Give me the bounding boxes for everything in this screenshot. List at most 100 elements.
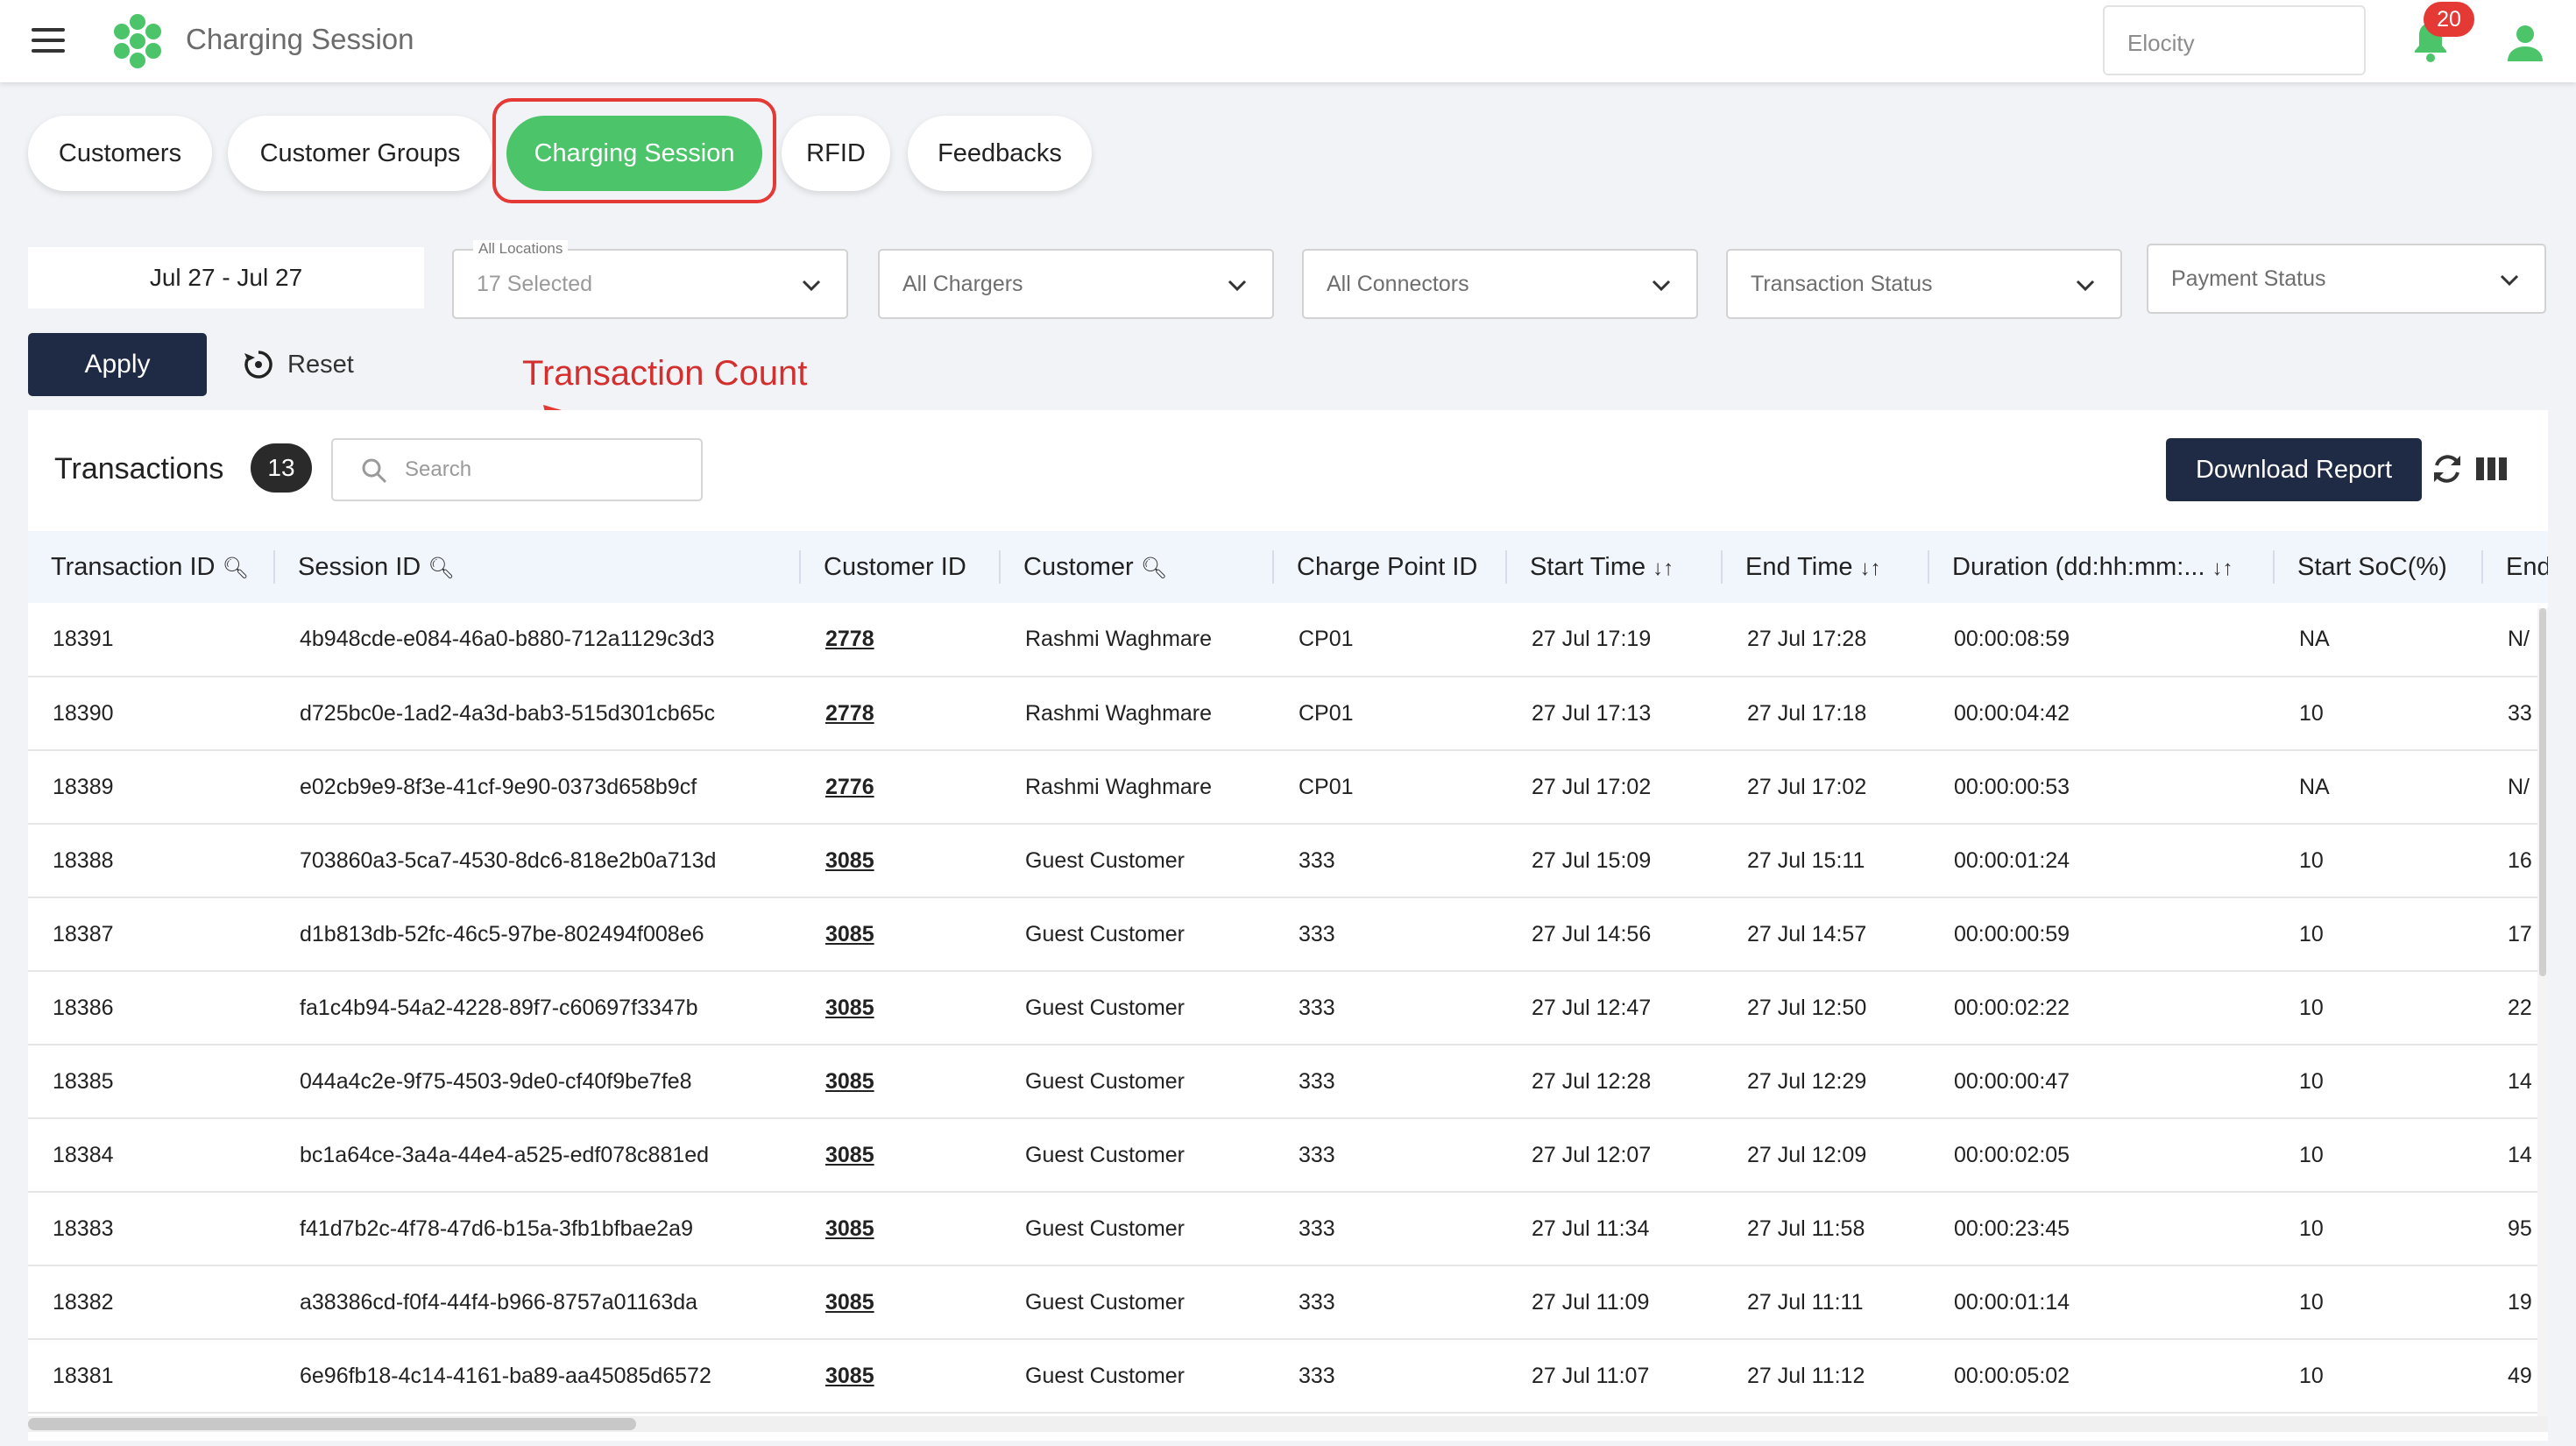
start-soc-cell: 10 bbox=[2275, 1339, 2483, 1414]
chevron-down-icon bbox=[802, 280, 821, 292]
column-header-customer[interactable]: Customer 🔍︎ bbox=[1001, 531, 1274, 603]
table-row[interactable]: 18383 f41d7b2c-4f78-47d6-b15a-3fb1bfbae2a… bbox=[28, 1192, 2548, 1266]
table-row[interactable]: 18388 703860a3-5ca7-4530-8dc6-818e2b0a713… bbox=[28, 824, 2548, 898]
table-row[interactable]: 18387 d1b813db-52fc-46c5-97be-802494f008e… bbox=[28, 897, 2548, 972]
end-time-cell: 27 Jul 11:58 bbox=[1723, 1192, 1929, 1266]
connectors-value: All Connectors bbox=[1327, 271, 1469, 296]
transaction-count-badge: 13 bbox=[251, 443, 312, 493]
table-row[interactable]: 18385 044a4c2e-9f75-4503-9de0-cf40f9be7fe… bbox=[28, 1045, 2548, 1119]
active-tab-highlight bbox=[492, 98, 776, 203]
start-soc-cell: 10 bbox=[2275, 1045, 2483, 1119]
refresh-icon[interactable] bbox=[2429, 450, 2466, 487]
locations-value: 17 Selected bbox=[477, 271, 593, 296]
transaction-status-select[interactable]: Transaction Status bbox=[1726, 249, 2122, 319]
download-report-button[interactable]: Download Report bbox=[2166, 438, 2422, 501]
customer-id-link[interactable]: 3085 bbox=[801, 1118, 1001, 1193]
reset-icon bbox=[244, 351, 272, 379]
locations-select[interactable]: All Locations 17 Selected bbox=[452, 240, 848, 319]
reset-button[interactable]: Reset bbox=[242, 347, 354, 382]
tab-feedbacks[interactable]: Feedbacks bbox=[908, 116, 1092, 191]
column-header-duration[interactable]: Duration (dd:hh:mm:... ↓↑ bbox=[1929, 531, 2275, 603]
transaction-id-cell: 18382 bbox=[28, 1265, 275, 1340]
customer-id-link[interactable]: 3085 bbox=[801, 1265, 1001, 1340]
chargers-select[interactable]: All Chargers bbox=[878, 249, 1274, 319]
end-time-cell: 27 Jul 12:29 bbox=[1723, 1045, 1929, 1119]
search-input[interactable] bbox=[405, 452, 685, 487]
table-body: 18391 4b948cde-e084-46a0-b880-712a1129c3d… bbox=[28, 603, 2548, 1414]
column-header-charge-point-id[interactable]: Charge Point ID bbox=[1274, 531, 1507, 603]
customer-id-link[interactable]: 3085 bbox=[801, 1192, 1001, 1266]
apply-button[interactable]: Apply bbox=[28, 333, 207, 396]
session-id-cell: e02cb9e9-8f3e-41cf-9e90-0373d658b9cf bbox=[275, 750, 801, 825]
search-icon[interactable]: 🔍︎ bbox=[428, 556, 454, 580]
table-row[interactable]: 18389 e02cb9e9-8f3e-41cf-9e90-0373d658b9c… bbox=[28, 750, 2548, 825]
start-soc-cell: 10 bbox=[2275, 1265, 2483, 1340]
session-id-cell: d725bc0e-1ad2-4a3d-bab3-515d301cb65c bbox=[275, 677, 801, 751]
column-header-end-time[interactable]: End Time ↓↑ bbox=[1723, 531, 1929, 603]
transaction-status-value: Transaction Status bbox=[1751, 271, 1933, 296]
date-range-picker[interactable]: Jul 27 - Jul 27 bbox=[28, 247, 424, 308]
customer-cell: Rashmi Waghmare bbox=[1001, 750, 1274, 825]
table-row[interactable]: 18391 4b948cde-e084-46a0-b880-712a1129c3d… bbox=[28, 603, 2548, 677]
table-row[interactable]: 18390 d725bc0e-1ad2-4a3d-bab3-515d301cb65… bbox=[28, 677, 2548, 751]
sort-icon[interactable]: ↓↑ bbox=[2212, 556, 2233, 580]
tab-customers[interactable]: Customers bbox=[28, 116, 212, 191]
customer-id-link[interactable]: 3085 bbox=[801, 971, 1001, 1046]
column-header-transaction-id[interactable]: Transaction ID 🔍︎ bbox=[28, 531, 275, 603]
column-header-session-id[interactable]: Session ID 🔍︎ bbox=[275, 531, 801, 603]
duration-cell: 00:00:01:14 bbox=[1929, 1265, 2275, 1340]
search-icon[interactable]: 🔍︎ bbox=[1141, 556, 1167, 580]
customer-id-link[interactable]: 3085 bbox=[801, 1045, 1001, 1119]
sort-icon[interactable]: ↓↑ bbox=[1652, 556, 1674, 580]
start-time-cell: 27 Jul 11:07 bbox=[1507, 1339, 1723, 1414]
tab-rfid[interactable]: RFID bbox=[782, 116, 890, 191]
table-row[interactable]: 18386 fa1c4b94-54a2-4228-89f7-c60697f3347… bbox=[28, 971, 2548, 1046]
table-row[interactable]: 18382 a38386cd-f0f4-44f4-b966-8757a01163d… bbox=[28, 1265, 2548, 1340]
column-header-start-soc[interactable]: Start SoC(%) bbox=[2275, 531, 2483, 603]
menu-icon[interactable] bbox=[32, 28, 65, 53]
session-id-cell: d1b813db-52fc-46c5-97be-802494f008e6 bbox=[275, 897, 801, 972]
vertical-scrollbar[interactable] bbox=[2537, 608, 2548, 1423]
transaction-id-cell: 18390 bbox=[28, 677, 275, 751]
customer-id-link[interactable]: 3085 bbox=[801, 1339, 1001, 1414]
customer-id-link[interactable]: 2778 bbox=[801, 603, 1001, 677]
end-time-cell: 27 Jul 11:11 bbox=[1723, 1265, 1929, 1340]
table-row[interactable]: 18381 6e96fb18-4c14-4161-ba89-aa45085d657… bbox=[28, 1339, 2548, 1414]
charge-point-cell: 333 bbox=[1274, 1339, 1507, 1414]
columns-icon[interactable] bbox=[2476, 456, 2508, 482]
session-id-cell: f41d7b2c-4f78-47d6-b15a-3fb1bfbae2a9 bbox=[275, 1192, 801, 1266]
transactions-table: Transaction ID 🔍︎ Session ID 🔍︎ Customer I… bbox=[28, 531, 2548, 1414]
connectors-select[interactable]: All Connectors bbox=[1302, 249, 1698, 319]
customer-cell: Guest Customer bbox=[1001, 1265, 1274, 1340]
transactions-panel: Transactions 13 Download Report Transact… bbox=[28, 410, 2548, 1441]
sort-icon[interactable]: ↓↑ bbox=[1860, 556, 1881, 580]
customer-cell: Rashmi Waghmare bbox=[1001, 677, 1274, 751]
search-icon[interactable]: 🔍︎ bbox=[223, 556, 249, 580]
customer-id-link[interactable]: 3085 bbox=[801, 897, 1001, 972]
customer-id-link[interactable]: 2778 bbox=[801, 677, 1001, 751]
charge-point-cell: CP01 bbox=[1274, 750, 1507, 825]
payment-status-select[interactable]: Payment Status bbox=[2147, 244, 2546, 314]
end-time-cell: 27 Jul 15:11 bbox=[1723, 824, 1929, 898]
column-header-end-soc[interactable]: End bbox=[2483, 531, 2548, 603]
start-time-cell: 27 Jul 12:28 bbox=[1507, 1045, 1723, 1119]
column-header-customer-id[interactable]: Customer ID bbox=[801, 531, 1001, 603]
tenant-select[interactable]: Elocity bbox=[2103, 5, 2366, 75]
tab-customer-groups[interactable]: Customer Groups bbox=[228, 116, 492, 191]
end-time-cell: 27 Jul 12:09 bbox=[1723, 1118, 1929, 1193]
table-row[interactable]: 18384 bc1a64ce-3a4a-44e4-a525-edf078c881e… bbox=[28, 1118, 2548, 1193]
customer-cell: Guest Customer bbox=[1001, 824, 1274, 898]
user-icon[interactable] bbox=[2506, 23, 2544, 61]
customer-id-link[interactable]: 2776 bbox=[801, 750, 1001, 825]
duration-cell: 00:00:00:47 bbox=[1929, 1045, 2275, 1119]
start-time-cell: 27 Jul 12:47 bbox=[1507, 971, 1723, 1046]
search-icon bbox=[362, 458, 387, 484]
customer-id-link[interactable]: 3085 bbox=[801, 824, 1001, 898]
customer-cell: Guest Customer bbox=[1001, 897, 1274, 972]
duration-cell: 00:00:00:59 bbox=[1929, 897, 2275, 972]
transaction-id-cell: 18387 bbox=[28, 897, 275, 972]
horizontal-scrollbar[interactable] bbox=[28, 1416, 2548, 1432]
customer-cell: Rashmi Waghmare bbox=[1001, 603, 1274, 677]
session-id-cell: 703860a3-5ca7-4530-8dc6-818e2b0a713d bbox=[275, 824, 801, 898]
column-header-start-time[interactable]: Start Time ↓↑ bbox=[1507, 531, 1723, 603]
